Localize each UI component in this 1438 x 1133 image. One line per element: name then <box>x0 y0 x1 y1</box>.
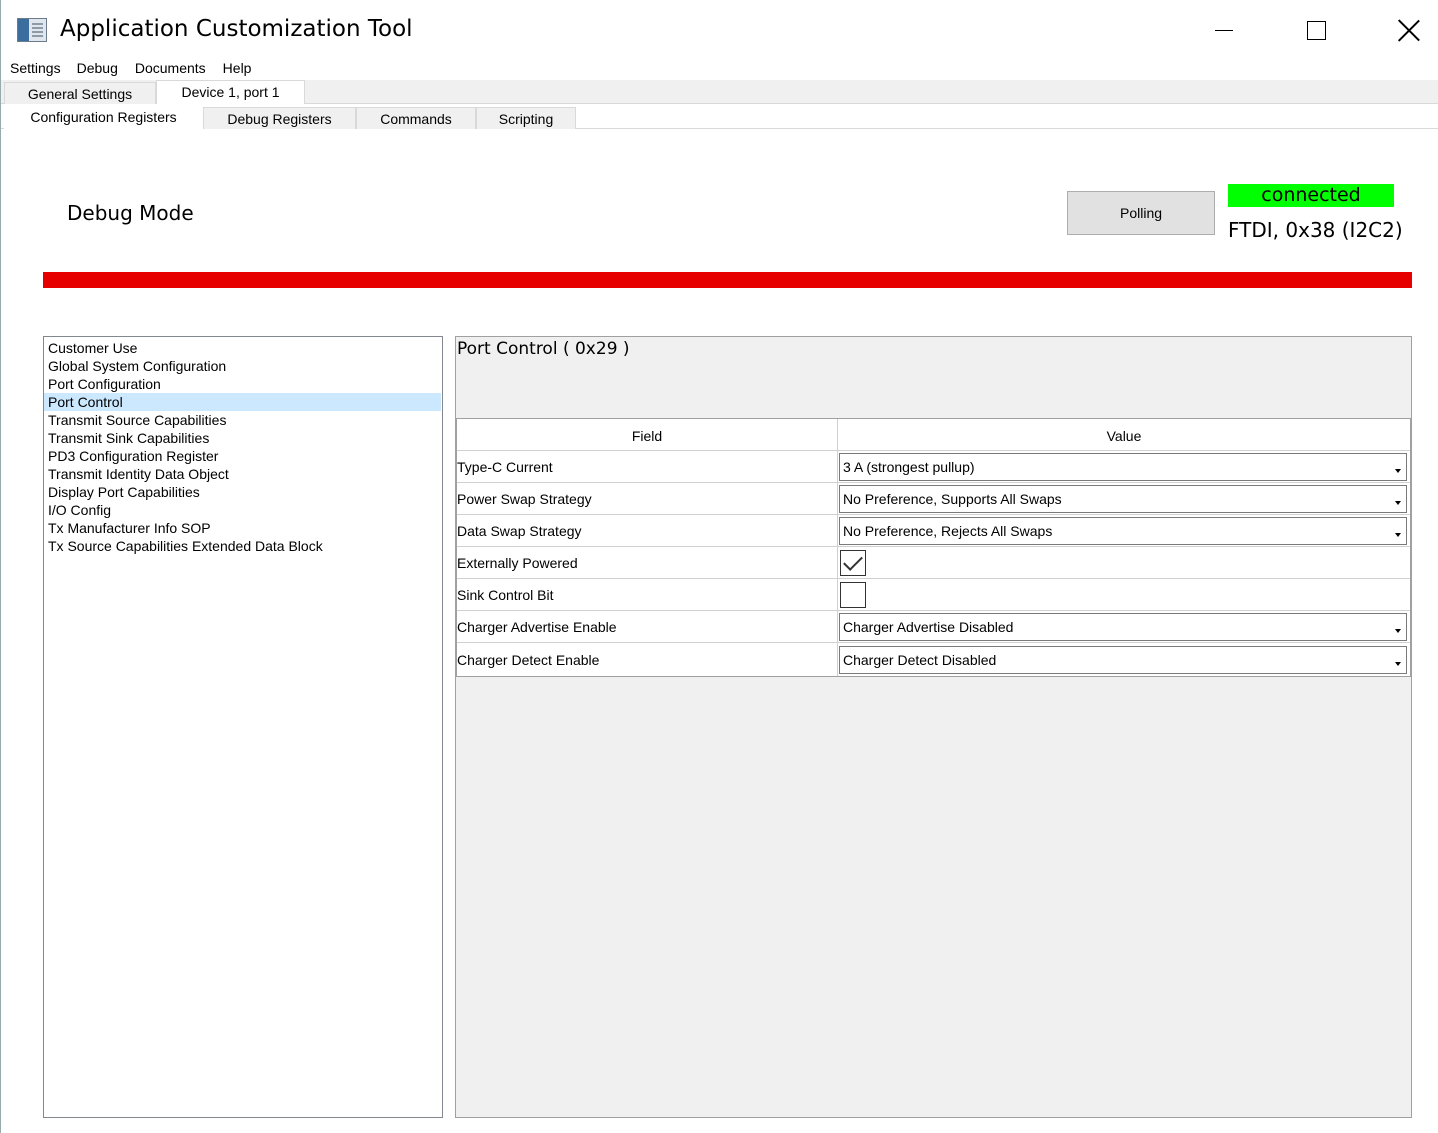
minimize-icon <box>1215 29 1233 31</box>
device-info-label: FTDI, 0x38 (I2C2) <box>1228 218 1403 242</box>
tab-configuration-registers[interactable]: Configuration Registers <box>4 104 203 130</box>
dropdown-arrow-icon[interactable] <box>1390 520 1404 543</box>
register-list[interactable]: Customer Use Global System Configuration P… <box>43 336 443 1118</box>
field-name-cell: Sink Control Bit <box>457 579 838 610</box>
register-list-item[interactable]: PD3 Configuration Register <box>44 447 442 465</box>
dropdown-arrow-icon[interactable] <box>1390 456 1404 479</box>
maximize-icon <box>1306 20 1326 40</box>
close-button[interactable] <box>1389 12 1429 48</box>
tab-scripting[interactable]: Scripting <box>476 107 576 129</box>
grid-row: Charger Advertise Enable Charger Advertis… <box>457 611 1410 643</box>
tab-commands[interactable]: Commands <box>356 107 476 129</box>
dropdown-selected-value: Charger Detect Disabled <box>843 651 997 668</box>
field-grid: Field Value Type-C Current 3 A (strongest… <box>456 418 1411 677</box>
field-name-cell: Charger Detect Enable <box>457 643 838 676</box>
field-value-cell: No Preference, Supports All Swaps <box>838 483 1410 514</box>
dropdown-selected-value: 3 A (strongest pullup) <box>843 458 975 475</box>
value-dropdown[interactable]: Charger Advertise Disabled <box>839 612 1407 641</box>
minimize-button[interactable] <box>1204 12 1244 48</box>
field-name-cell: Type-C Current <box>457 451 838 482</box>
register-list-item[interactable]: Customer Use <box>44 339 442 357</box>
menu-documents[interactable]: Documents <box>126 58 214 80</box>
mode-indicator-bar <box>43 272 1412 288</box>
register-list-item[interactable]: Display Port Capabilities <box>44 483 442 501</box>
register-list-item[interactable]: Global System Configuration <box>44 357 442 375</box>
field-value-cell: 3 A (strongest pullup) <box>838 451 1410 482</box>
field-value-cell: Charger Detect Disabled <box>838 643 1410 676</box>
register-tab-strip: Configuration Registers Debug Registers … <box>1 104 1438 130</box>
value-dropdown[interactable]: No Preference, Supports All Swaps <box>839 484 1407 513</box>
grid-row: Externally Powered <box>457 547 1410 579</box>
dropdown-selected-value: No Preference, Supports All Swaps <box>843 490 1062 507</box>
field-name-cell: Data Swap Strategy <box>457 515 838 546</box>
column-header-value: Value <box>1106 427 1142 444</box>
register-detail-panel: Port Control ( 0x29 ) Field Value Type-C… <box>455 336 1412 1118</box>
field-value-cell: Charger Advertise Disabled <box>838 611 1410 642</box>
field-name-cell: Externally Powered <box>457 547 838 578</box>
grid-row: Charger Detect Enable Charger Detect Disa… <box>457 643 1410 676</box>
mode-label: Debug Mode <box>67 201 194 225</box>
tab-general-settings[interactable]: General Settings <box>4 82 156 104</box>
maximize-button[interactable] <box>1296 12 1336 48</box>
dropdown-selected-value: Charger Advertise Disabled <box>843 618 1014 635</box>
value-dropdown[interactable]: 3 A (strongest pullup) <box>839 452 1407 481</box>
field-name-cell: Power Swap Strategy <box>457 483 838 514</box>
menu-debug[interactable]: Debug <box>69 58 126 80</box>
close-icon <box>1397 18 1421 42</box>
tab-device-1-port-1[interactable]: Device 1, port 1 <box>156 80 305 105</box>
window-title: Application Customization Tool <box>60 16 413 42</box>
title-bar: Application Customization Tool <box>1 0 1438 60</box>
menu-bar: Settings Debug Documents Help <box>1 58 259 80</box>
dropdown-selected-value: No Preference, Rejects All Swaps <box>843 522 1053 539</box>
register-list-item[interactable]: Transmit Source Capabilities <box>44 411 442 429</box>
grid-row: Sink Control Bit <box>457 579 1410 611</box>
menu-settings[interactable]: Settings <box>1 58 69 80</box>
register-list-item[interactable]: Port Control <box>44 393 441 411</box>
register-list-item[interactable]: Port Configuration <box>44 375 442 393</box>
register-list-item[interactable]: Transmit Identity Data Object <box>44 465 442 483</box>
value-dropdown[interactable]: No Preference, Rejects All Swaps <box>839 516 1407 545</box>
grid-header: Field Value <box>457 419 1410 451</box>
register-list-item[interactable]: Tx Source Capabilities Extended Data Blo… <box>44 537 442 555</box>
polling-button[interactable]: Polling <box>1067 191 1215 235</box>
grid-row: Type-C Current 3 A (strongest pullup) <box>457 451 1410 483</box>
app-window: Application Customization Tool Settings … <box>0 0 1438 1133</box>
app-icon <box>17 18 47 42</box>
value-checkbox[interactable] <box>840 581 866 608</box>
register-list-item[interactable]: I/O Config <box>44 501 442 519</box>
device-tab-strip: General Settings Device 1, port 1 <box>1 80 1438 105</box>
grid-row: Data Swap Strategy No Preference, Rejects… <box>457 515 1410 547</box>
field-value-cell <box>838 579 1410 610</box>
register-list-item[interactable]: Transmit Sink Capabilities <box>44 429 442 447</box>
value-dropdown[interactable]: Charger Detect Disabled <box>839 645 1407 674</box>
field-value-cell: No Preference, Rejects All Swaps <box>838 515 1410 546</box>
register-title: Port Control ( 0x29 ) <box>457 339 630 359</box>
field-value-cell <box>838 547 1410 578</box>
column-header-field: Field <box>457 419 838 450</box>
value-checkbox[interactable] <box>840 549 866 576</box>
dropdown-arrow-icon[interactable] <box>1390 488 1404 511</box>
dropdown-arrow-icon[interactable] <box>1390 616 1404 639</box>
dropdown-arrow-icon[interactable] <box>1390 649 1404 672</box>
connection-status-badge: connected <box>1228 184 1394 207</box>
menu-help[interactable]: Help <box>214 58 260 80</box>
field-name-cell: Charger Advertise Enable <box>457 611 838 642</box>
register-list-item[interactable]: Tx Manufacturer Info SOP <box>44 519 442 537</box>
tab-debug-registers[interactable]: Debug Registers <box>203 107 356 129</box>
grid-row: Power Swap Strategy No Preference, Suppor… <box>457 483 1410 515</box>
